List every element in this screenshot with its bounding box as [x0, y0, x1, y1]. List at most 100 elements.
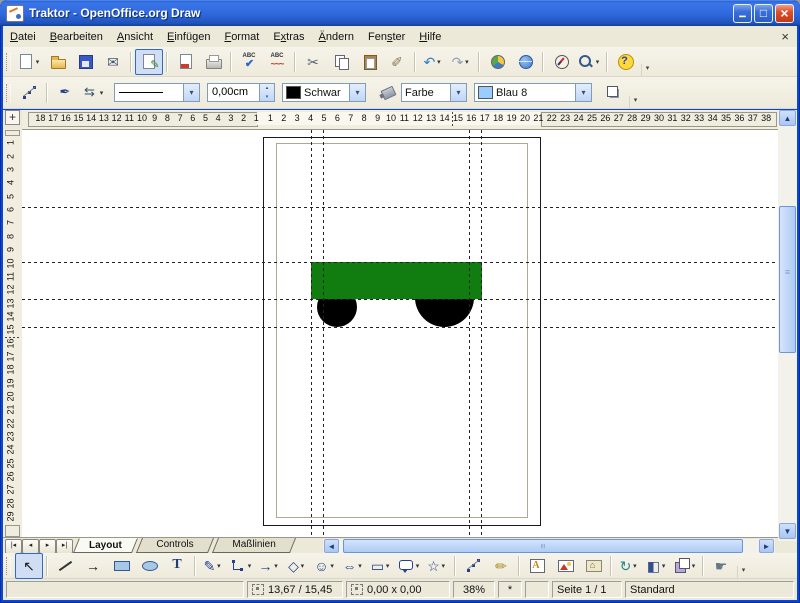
callouts-button[interactable]	[395, 553, 423, 579]
dropdown-arrow-icon[interactable]	[34, 58, 41, 66]
chart-button[interactable]	[483, 49, 511, 75]
rotate-button[interactable]: ↻	[615, 553, 643, 579]
menu-datei[interactable]: Datei	[3, 29, 43, 45]
dropdown-arrow-icon[interactable]	[357, 562, 364, 570]
dropdown-arrow-icon[interactable]	[594, 58, 601, 66]
menu-hilfe[interactable]: Hilfe	[412, 29, 448, 45]
area-color-select[interactable]: Blau 8	[474, 83, 592, 102]
help-button[interactable]	[611, 49, 639, 75]
rectangle-button[interactable]	[107, 553, 135, 579]
connector-button[interactable]	[227, 553, 255, 579]
gallery-shapes-button[interactable]	[579, 553, 607, 579]
vertical-ruler[interactable]: 1234567891011121314151617181920212223242…	[3, 129, 23, 537]
export-pdf-button[interactable]	[171, 49, 199, 75]
toolbar-grip[interactable]	[6, 557, 11, 575]
snap-guide-vertical[interactable]	[311, 130, 312, 537]
print-button[interactable]	[199, 49, 227, 75]
dropdown-arrow-icon[interactable]	[660, 562, 667, 570]
copy-button[interactable]	[327, 49, 355, 75]
scroll-up-icon[interactable]: ▲	[779, 110, 796, 126]
status-zoom-cell[interactable]: 38%	[453, 581, 495, 598]
area-style-select[interactable]: Farbe	[401, 83, 467, 102]
line-dialog-button[interactable]	[51, 80, 79, 106]
dropdown-arrow-icon[interactable]	[246, 562, 253, 570]
scroll-right-icon[interactable]: ►	[759, 539, 774, 553]
status-position-cell[interactable]: 13,67 / 15,45	[247, 581, 343, 598]
horizontal-scrollbar-thumb[interactable]	[343, 539, 743, 553]
arrow-style-button[interactable]	[79, 80, 107, 106]
new-document-button[interactable]	[15, 49, 43, 75]
scroll-left-icon[interactable]: ◄	[324, 539, 339, 553]
scroll-down-icon[interactable]: ▼	[779, 523, 796, 539]
next-page-button[interactable]: ▸	[39, 539, 56, 554]
toolbar-overflow-icon[interactable]	[641, 64, 653, 76]
arrange-button[interactable]	[671, 553, 699, 579]
gallery-button[interactable]	[511, 49, 539, 75]
stars-button[interactable]: ☆	[423, 553, 451, 579]
dropdown-arrow-icon[interactable]	[299, 562, 306, 570]
menu-format[interactable]: Format	[217, 29, 266, 45]
line-color-select[interactable]: Schwar	[282, 83, 366, 102]
vertical-scrollbar-thumb[interactable]	[779, 206, 796, 353]
menu-extras[interactable]: Extras	[266, 29, 311, 45]
maximize-button[interactable]	[754, 4, 773, 23]
shadow-button[interactable]	[599, 80, 627, 106]
dropdown-arrow-icon[interactable]	[414, 562, 421, 570]
lines-arrows-button[interactable]: →	[255, 553, 283, 579]
toolbar-overflow-icon[interactable]	[629, 96, 641, 108]
save-button[interactable]	[71, 49, 99, 75]
navigator-button[interactable]	[547, 49, 575, 75]
dropdown-arrow-icon[interactable]	[329, 562, 336, 570]
dropdown-arrow-icon[interactable]	[384, 562, 391, 570]
undo-button[interactable]: ↶	[419, 49, 447, 75]
cut-button[interactable]: ✂	[299, 49, 327, 75]
dropdown-arrow-icon[interactable]	[215, 562, 222, 570]
drawing-canvas[interactable]	[22, 129, 778, 537]
status-template-cell[interactable]: Standard	[625, 581, 794, 598]
dropdown-arrow-icon[interactable]	[463, 58, 470, 66]
snap-guide-horizontal[interactable]	[22, 299, 778, 300]
vertical-scrollbar[interactable]: ▲ ▼	[778, 110, 797, 541]
status-size-cell[interactable]: 0,00 x 0,00	[346, 581, 450, 598]
format-paintbrush-button[interactable]: ✐	[383, 49, 411, 75]
minimize-button[interactable]	[733, 4, 752, 23]
alignment-button[interactable]: ◧	[643, 553, 671, 579]
email-button[interactable]: ✉	[99, 49, 127, 75]
menu-fenster[interactable]: Fenster	[361, 29, 412, 45]
spin-buttons[interactable]: ▴▾	[259, 84, 274, 101]
from-file-button[interactable]	[551, 553, 579, 579]
close-button[interactable]	[775, 4, 794, 23]
dropdown-arrow-icon[interactable]	[631, 562, 638, 570]
spellcheck-button[interactable]	[235, 49, 263, 75]
flowchart-button[interactable]: ▭	[367, 553, 395, 579]
app-icon[interactable]	[6, 5, 24, 22]
snap-guide-vertical[interactable]	[481, 130, 482, 537]
interaction-button[interactable]: ☛	[707, 553, 735, 579]
tab-malinien[interactable]: Maßlinien	[212, 538, 296, 553]
edit-points-mode-button[interactable]	[15, 80, 43, 106]
menu-ndern[interactable]: Ändern	[312, 29, 361, 45]
menu-ansicht[interactable]: Ansicht	[110, 29, 160, 45]
tab-layout[interactable]: Layout	[73, 538, 138, 553]
status-page-cell[interactable]: Seite 1 / 1	[552, 581, 622, 598]
autospellcheck-button[interactable]	[263, 49, 291, 75]
curve-button[interactable]: ✎	[199, 553, 227, 579]
tractor-body-shape[interactable]	[311, 262, 482, 299]
line-style-select[interactable]	[114, 83, 200, 102]
symbol-shapes-button[interactable]: ☺	[311, 553, 339, 579]
dropdown-arrow-icon[interactable]	[435, 58, 442, 66]
snap-guide-horizontal[interactable]	[22, 262, 778, 263]
redo-button[interactable]: ↷	[447, 49, 475, 75]
arrow-button[interactable]: →	[79, 553, 107, 579]
toolbar-grip[interactable]	[6, 84, 11, 102]
glue-points-button[interactable]: ✏	[487, 553, 515, 579]
select-button[interactable]: ↖	[15, 553, 43, 579]
close-document-icon[interactable]	[781, 29, 789, 44]
previous-page-button[interactable]: ◂	[22, 539, 39, 554]
open-button[interactable]	[43, 49, 71, 75]
dropdown-arrow-icon[interactable]	[690, 562, 697, 570]
ellipse-button[interactable]	[135, 553, 163, 579]
paste-button[interactable]	[355, 49, 383, 75]
dropdown-arrow-icon[interactable]	[440, 562, 447, 570]
block-arrows-button[interactable]: ⇔	[339, 553, 367, 579]
